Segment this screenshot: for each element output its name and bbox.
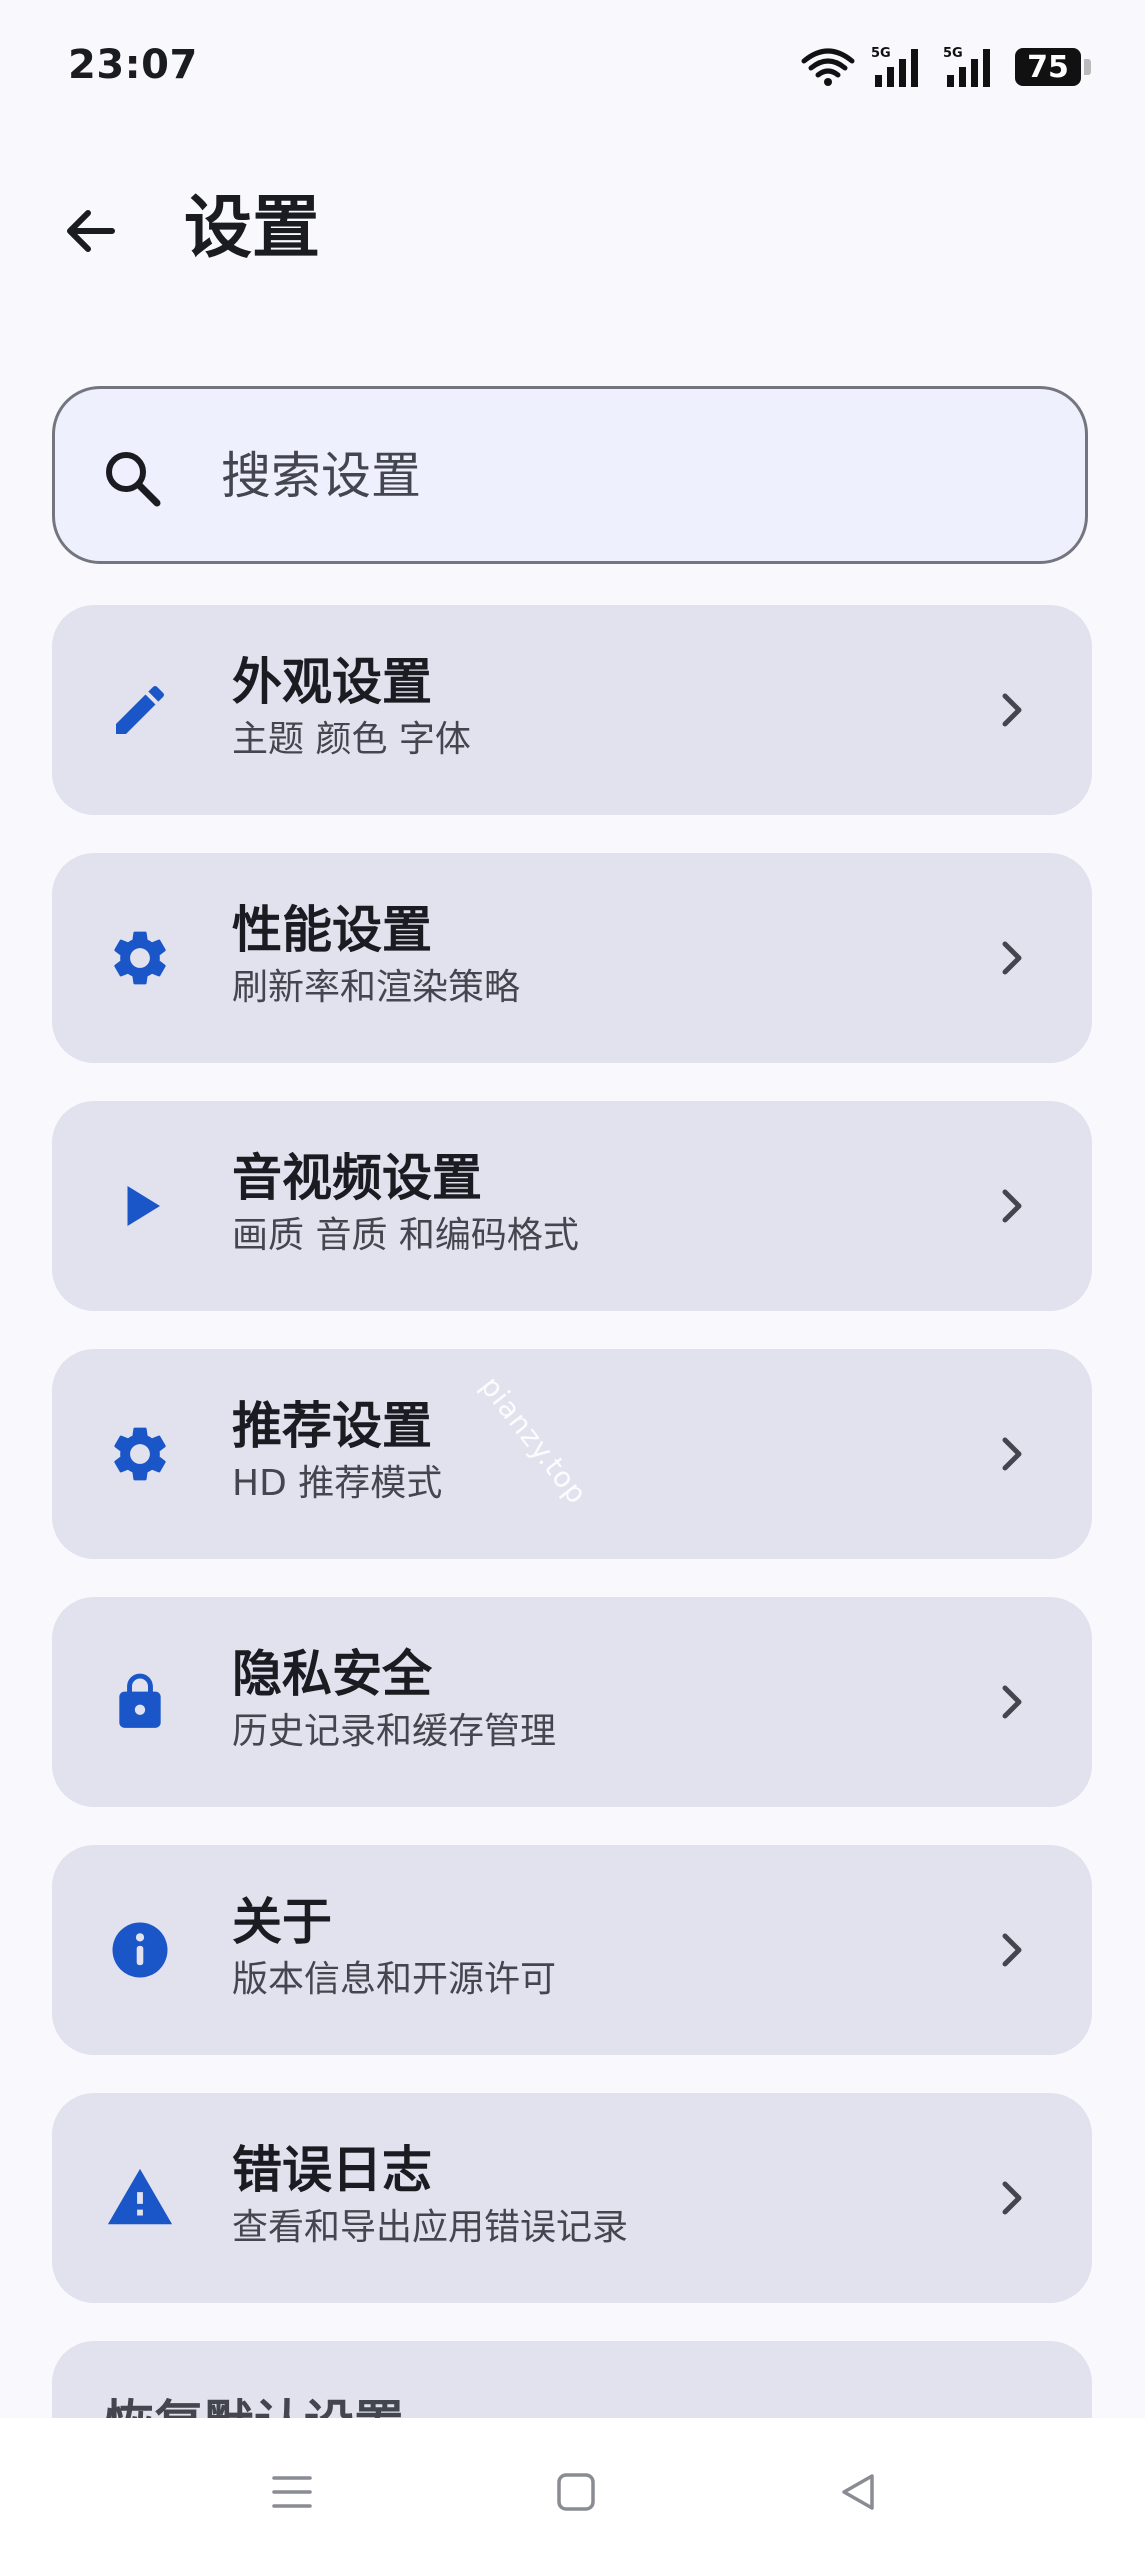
setting-subtitle: 主题 颜色 字体 xyxy=(232,719,471,760)
signal-icon: 5G xyxy=(943,46,990,87)
lock-icon xyxy=(104,1666,176,1738)
signal-icon: 5G xyxy=(871,46,918,87)
setting-subtitle: 查看和导出应用错误记录 xyxy=(232,2207,629,2248)
chevron-right-icon xyxy=(988,687,1034,733)
search-bar[interactable] xyxy=(52,386,1088,564)
page-title: 设置 xyxy=(184,189,321,268)
gear-icon xyxy=(104,1418,176,1490)
recent-apps-button[interactable] xyxy=(262,2462,322,2522)
chevron-right-icon xyxy=(988,1679,1034,1725)
setting-subtitle: 版本信息和开源许可 xyxy=(232,1959,557,2000)
setting-subtitle: 画质 音质 和编码格式 xyxy=(232,1215,579,1256)
setting-privacy[interactable]: 隐私安全 历史记录和缓存管理 xyxy=(52,1597,1092,1807)
chevron-right-icon xyxy=(988,1183,1034,1229)
status-icons: 5G 5G 75 xyxy=(801,44,1091,90)
setting-appearance[interactable]: 外观设置 主题 颜色 字体 xyxy=(52,605,1092,815)
setting-subtitle: HD 推荐模式 xyxy=(232,1463,443,1504)
status-bar: 23:07 5G 5G 75 xyxy=(0,0,1145,135)
chevron-right-icon xyxy=(988,1927,1034,1973)
setting-title: 音视频设置 xyxy=(232,1149,482,1207)
search-icon xyxy=(106,452,161,507)
setting-error-log[interactable]: 错误日志 查看和导出应用错误记录 xyxy=(52,2093,1092,2303)
triangle-back-icon xyxy=(842,2474,874,2510)
setting-about[interactable]: 关于 版本信息和开源许可 xyxy=(52,1845,1092,2055)
network-label: 5G xyxy=(871,46,891,61)
play-icon xyxy=(104,1170,176,1242)
menu-icon xyxy=(272,2476,312,2508)
battery-level: 75 xyxy=(1027,49,1069,85)
gear-icon xyxy=(104,922,176,994)
status-time: 23:07 xyxy=(68,42,198,88)
back-button[interactable] xyxy=(46,187,134,275)
setting-title: 外观设置 xyxy=(232,653,432,711)
setting-title: 推荐设置 xyxy=(232,1397,432,1455)
setting-subtitle: 历史记录和缓存管理 xyxy=(232,1711,557,1752)
chevron-right-icon xyxy=(988,2175,1034,2221)
setting-subtitle: 刷新率和渲染策略 xyxy=(232,967,521,1008)
chevron-right-icon xyxy=(988,1431,1034,1477)
network-label: 5G xyxy=(943,46,963,61)
info-icon xyxy=(104,1914,176,1986)
setting-title: 隐私安全 xyxy=(232,1645,432,1703)
setting-media[interactable]: 音视频设置 画质 音质 和编码格式 xyxy=(52,1101,1092,1311)
setting-recommendation[interactable]: 推荐设置 HD 推荐模式 xyxy=(52,1349,1092,1559)
search-input[interactable] xyxy=(219,439,1023,513)
wifi-icon xyxy=(801,48,855,86)
setting-performance[interactable]: 性能设置 刷新率和渲染策略 xyxy=(52,853,1092,1063)
settings-list: 外观设置 主题 颜色 字体 性能设置 刷新率和渲染策略 音视频设置 画质 音质 … xyxy=(52,605,1092,2499)
warning-icon xyxy=(104,2162,176,2234)
arrow-left-icon xyxy=(67,210,115,252)
navigation-bar xyxy=(0,2418,1145,2560)
square-icon xyxy=(557,2473,595,2511)
home-button[interactable] xyxy=(546,2462,606,2522)
setting-title: 性能设置 xyxy=(232,901,432,959)
setting-title: 关于 xyxy=(232,1893,332,1951)
battery-icon: 75 xyxy=(1015,48,1091,86)
back-nav-button[interactable] xyxy=(828,2462,888,2522)
pencil-icon xyxy=(104,674,176,746)
app-bar: 设置 xyxy=(0,175,1145,285)
setting-title: 错误日志 xyxy=(232,2141,432,2199)
chevron-right-icon xyxy=(988,935,1034,981)
